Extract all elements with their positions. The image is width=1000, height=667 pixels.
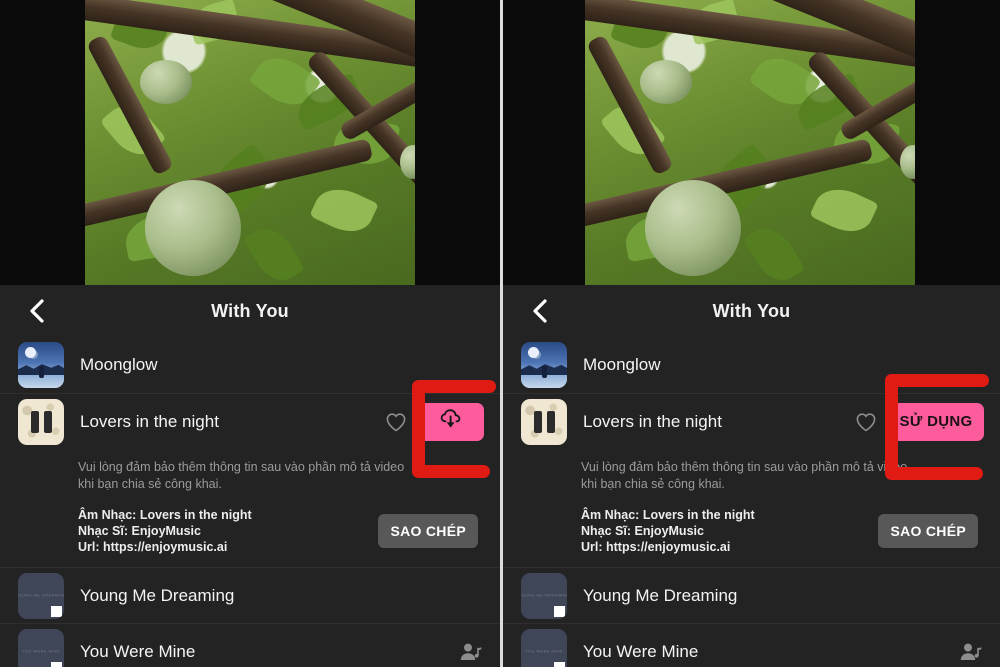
track-thumbnail [521,398,567,445]
download-track-button[interactable] [418,402,484,441]
usage-note: Vui lòng đảm bảo thêm thông tin sau vào … [78,460,405,491]
music-credit-panel: Vui lòng đảm bảo thêm thông tin sau vào … [0,449,500,567]
screenshot-pair: With You Moonglow Lovers in the night Vu… [0,0,1000,667]
chevron-left-icon [27,298,47,324]
thumbnail-caption: YOU WERE MINE [524,648,564,654]
track-title: Young Me Dreaming [80,585,235,605]
heart-outline-icon[interactable] [854,410,878,434]
use-track-button[interactable]: SỬ DỤNG [888,402,984,441]
credit-row: Âm Nhạc: Lovers in the night Nhạc Sĩ: En… [78,507,484,555]
track-thumbnail [18,342,64,388]
thumbnail-caption: YOUNG ME DREAMING [18,592,64,598]
track-title: Young Me Dreaming [583,585,738,605]
track-title: You Were Mine [80,641,196,661]
credit-lines: Âm Nhạc: Lovers in the night Nhạc Sĩ: En… [581,507,755,555]
back-button[interactable] [24,298,50,324]
track-row-selected[interactable]: Lovers in the night SỬ DỤNG [503,374,1000,480]
usage-note: Vui lòng đảm bảo thêm thông tin sau vào … [581,460,908,491]
credit-url: Url: https://enjoymusic.ai [78,540,228,554]
track-row[interactable]: YOU WERE MINE You Were Mine [503,623,1000,667]
track-title: Moonglow [583,355,661,374]
music-sheet: With You Moonglow Lovers in the night [0,285,500,667]
page-title: With You [712,300,791,321]
track-thumbnail: YOU WERE MINE [18,628,64,667]
panel-right: With You Moonglow Lovers in the night SỬ… [500,0,1000,667]
track-row-selected[interactable]: Lovers in the night [0,380,500,478]
video-preview-area[interactable] [0,0,500,285]
video-photo [85,0,415,285]
track-title: Moonglow [80,355,158,374]
person-music-icon[interactable] [458,639,484,665]
track-row[interactable]: Moonglow [503,337,1000,393]
person-music-icon[interactable] [958,639,984,665]
track-row[interactable]: Moonglow [0,337,500,393]
sheet-header: With You [503,285,1000,337]
music-credit-panel: Vui lòng đảm bảo thêm thông tin sau vào … [503,449,1000,567]
music-sheet: With You Moonglow Lovers in the night [503,285,1000,667]
track-title: You Were Mine [583,641,699,661]
track-title: Lovers in the night [583,411,722,431]
track-thumbnail: YOU WERE MINE [521,628,567,667]
track-title: Lovers in the night [80,411,219,431]
page-title: With You [211,300,289,321]
track-row[interactable]: YOUNG ME DREAMING Young Me Dreaming [0,567,500,623]
credit-url: Url: https://enjoymusic.ai [581,540,731,554]
video-photo [585,0,915,285]
track-thumbnail: YOUNG ME DREAMING [18,572,64,619]
track-thumbnail [521,342,567,388]
thumbnail-caption: YOU WERE MINE [21,648,61,654]
use-button-label: SỬ DỤNG [899,413,973,430]
credit-row: Âm Nhạc: Lovers in the night Nhạc Sĩ: En… [581,507,984,555]
panel-left: With You Moonglow Lovers in the night Vu… [0,0,500,667]
chevron-left-icon [530,298,550,324]
credit-lines: Âm Nhạc: Lovers in the night Nhạc Sĩ: En… [78,507,252,555]
track-row[interactable]: YOU WERE MINE You Were Mine [0,623,500,667]
back-button[interactable] [527,298,553,324]
credit-artist: Nhạc Sĩ: EnjoyMusic [78,524,201,538]
copy-button[interactable]: SAO CHÉP [878,514,978,548]
heart-outline-icon[interactable] [384,410,408,434]
credit-music: Âm Nhạc: Lovers in the night [78,508,252,522]
video-preview-area[interactable] [503,0,1000,285]
copy-button[interactable]: SAO CHÉP [378,514,478,548]
track-thumbnail: YOUNG ME DREAMING [521,572,567,619]
sheet-header: With You [0,285,500,337]
track-row[interactable]: YOUNG ME DREAMING Young Me Dreaming [503,567,1000,623]
cloud-download-icon [438,407,464,436]
track-thumbnail [18,398,64,445]
credit-music: Âm Nhạc: Lovers in the night [581,508,755,522]
thumbnail-caption: YOUNG ME DREAMING [521,592,567,598]
credit-artist: Nhạc Sĩ: EnjoyMusic [581,524,704,538]
